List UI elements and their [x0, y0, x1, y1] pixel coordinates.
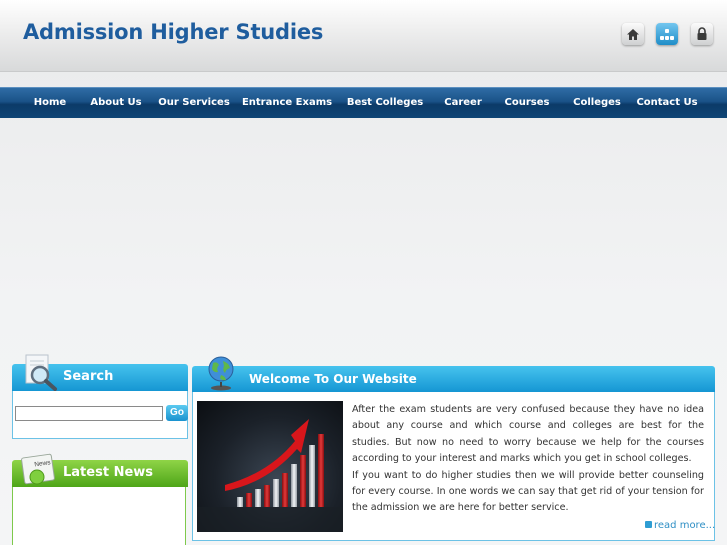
search-panel-title: Search	[63, 369, 114, 384]
lock-icon[interactable]	[691, 23, 713, 45]
site-title[interactable]: Admission Higher Studies	[23, 20, 323, 44]
search-go-button[interactable]: Go	[166, 405, 188, 421]
nav-contact-us[interactable]: Contact Us	[636, 88, 697, 118]
welcome-panel-header: Welcome To Our Website	[192, 366, 715, 392]
growth-chart-image	[197, 401, 343, 532]
home-icon[interactable]	[622, 23, 644, 45]
nav-best-colleges[interactable]: Best Colleges	[347, 88, 423, 118]
nav-career[interactable]: Career	[444, 88, 482, 118]
magnifier-icon	[25, 354, 57, 391]
search-panel: Go	[12, 391, 188, 439]
newspaper-icon: News	[21, 453, 55, 485]
read-more-link[interactable]: read more...	[645, 520, 715, 531]
nav-entrance-exams[interactable]: Entrance Exams	[242, 88, 332, 118]
globe-icon	[208, 356, 234, 391]
welcome-paragraph-2: If you want to do higher studies then we…	[352, 469, 704, 514]
nav-about-us[interactable]: About Us	[90, 88, 141, 118]
news-panel-title: Latest News	[63, 465, 154, 480]
read-more-label[interactable]: read more...	[654, 520, 715, 531]
nav-home[interactable]: Home	[34, 88, 66, 118]
nav-colleges[interactable]: Colleges	[573, 88, 621, 118]
welcome-text: After the exam students are very confuse…	[352, 402, 704, 517]
main-nav: Home About Us Our Services Entrance Exam…	[0, 87, 727, 118]
welcome-title: Welcome To Our Website	[249, 372, 417, 386]
nav-our-services[interactable]: Our Services	[158, 88, 230, 118]
site-header: Admission Higher Studies	[0, 0, 727, 72]
news-panel	[12, 487, 186, 545]
nav-courses[interactable]: Courses	[505, 88, 550, 118]
welcome-paragraph-1: After the exam students are very confuse…	[352, 404, 704, 465]
bullet-icon	[645, 521, 652, 528]
search-input[interactable]	[15, 406, 163, 421]
sitemap-icon[interactable]	[656, 23, 678, 45]
